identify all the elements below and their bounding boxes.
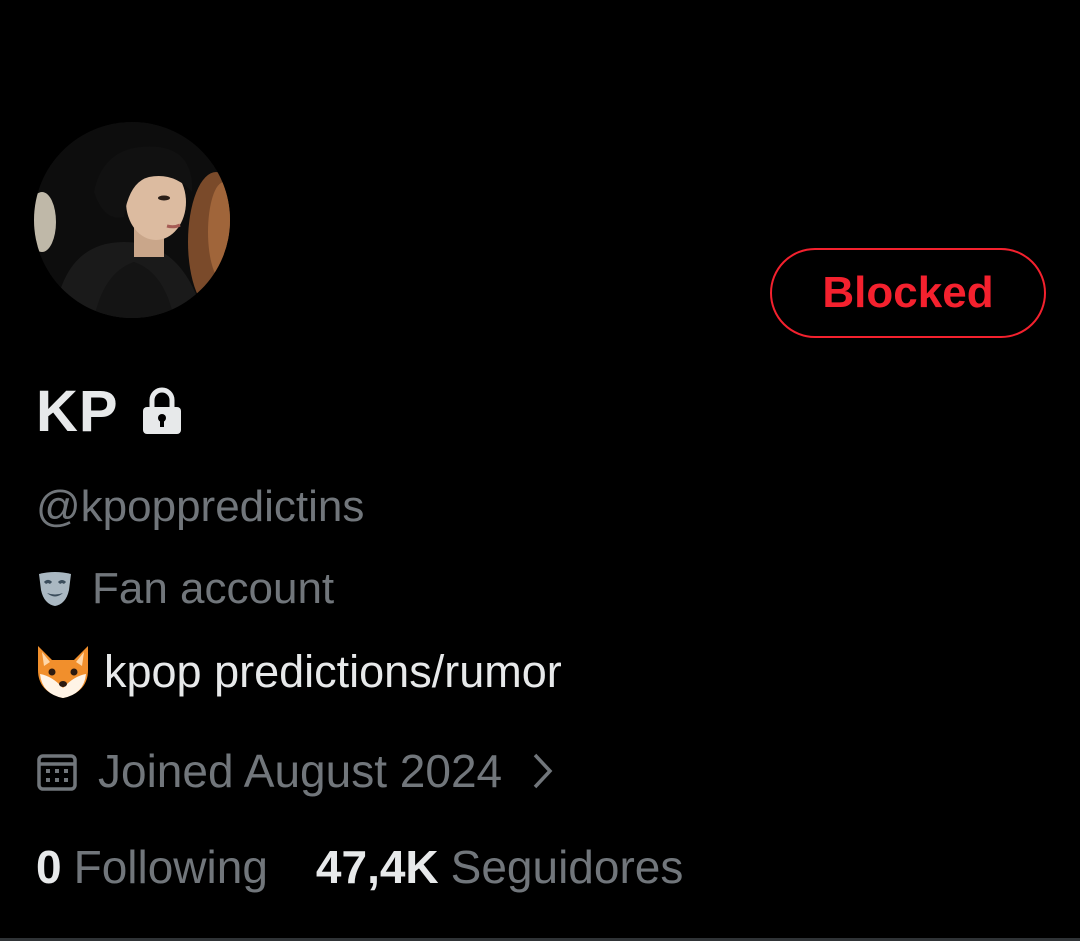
calendar-icon (37, 754, 77, 791)
lock-icon (142, 387, 181, 434)
following-link[interactable]: 0 Following (36, 840, 268, 894)
followers-count: 47,4K (315, 841, 439, 893)
joined-date-link[interactable]: Joined August 2024 (36, 744, 556, 798)
profile-name-row: KP (36, 376, 183, 446)
avatar-photo (34, 122, 230, 318)
following-label: Following (73, 841, 268, 893)
profile-bio: kpop predictions/rumor (34, 644, 562, 700)
profile-bio-text: kpop predictions/rumor (104, 646, 562, 697)
profile-handle: @kpoppredictins (36, 482, 365, 531)
following-count: 0 (36, 841, 62, 893)
chevron-right-icon (533, 753, 553, 789)
followers-label: Seguidores (450, 841, 684, 893)
joined-date-text: Joined August 2024 (98, 745, 503, 797)
followers-link[interactable]: 47,4K Seguidores (316, 840, 683, 894)
theater-masks-icon (39, 572, 71, 606)
display-name: KP (36, 378, 119, 444)
fox-face-icon (38, 646, 88, 698)
blocked-button[interactable]: Blocked (770, 248, 1046, 338)
profile-label: Fan account (36, 564, 334, 614)
profile-stats: 0 Following 47,4K Seguidores (36, 840, 683, 894)
avatar[interactable] (34, 122, 230, 318)
profile-label-text: Fan account (92, 564, 335, 613)
